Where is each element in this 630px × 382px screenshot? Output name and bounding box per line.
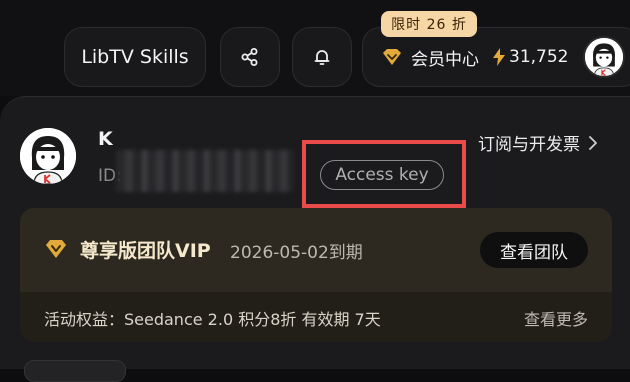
vip-plan-name: 尊享版团队VIP (80, 240, 211, 262)
chevron-right-icon (589, 135, 597, 150)
credits-count: 31,752 (509, 47, 569, 67)
share-button[interactable] (220, 27, 280, 87)
vip-badge-icon (46, 240, 66, 258)
user-avatar-button[interactable] (583, 36, 625, 78)
vip-card: 尊享版团队VIP 2026-05-02到期 查看团队 活动权益：Seedance… (20, 208, 612, 342)
libtv-skills-button[interactable]: LibTV Skills (64, 27, 206, 87)
user-id-redacted (116, 150, 294, 192)
promo-badge-label: 限时 26 折 (391, 17, 467, 33)
libtv-skills-label: LibTV Skills (81, 46, 189, 68)
view-team-label: 查看团队 (500, 242, 568, 263)
see-more-link[interactable]: 查看更多 (524, 306, 588, 330)
promo-badge: 限时 26 折 (381, 11, 477, 37)
profile-avatar (20, 128, 76, 184)
vip-benefit-row: 活动权益：Seedance 2.0 积分8折 有效期 7天 查看更多 (20, 292, 612, 342)
view-team-button[interactable]: 查看团队 (480, 232, 588, 268)
notifications-button[interactable] (292, 27, 352, 87)
vip-diamond-icon (383, 49, 401, 65)
benefit-text: 活动权益：Seedance 2.0 积分8折 有效期 7天 (44, 310, 381, 329)
lightning-icon (493, 48, 505, 66)
bell-icon (314, 50, 330, 65)
next-item-placeholder (24, 360, 126, 382)
avatar-image (585, 38, 623, 76)
user-name: K (98, 128, 113, 150)
subscription-invoice-link[interactable]: 订阅与开发票 (478, 130, 598, 155)
member-center-label: 会员中心 (411, 49, 479, 70)
avatar-image (20, 128, 76, 184)
share-icon (241, 48, 258, 66)
vip-card-header: 尊享版团队VIP 2026-05-02到期 查看团队 (20, 208, 612, 292)
access-key-label: Access key (335, 165, 429, 185)
access-key-button[interactable]: Access key (320, 160, 444, 190)
vip-expire-date: 2026-05-02到期 (230, 243, 363, 263)
subscription-invoice-label: 订阅与开发票 (478, 135, 580, 155)
